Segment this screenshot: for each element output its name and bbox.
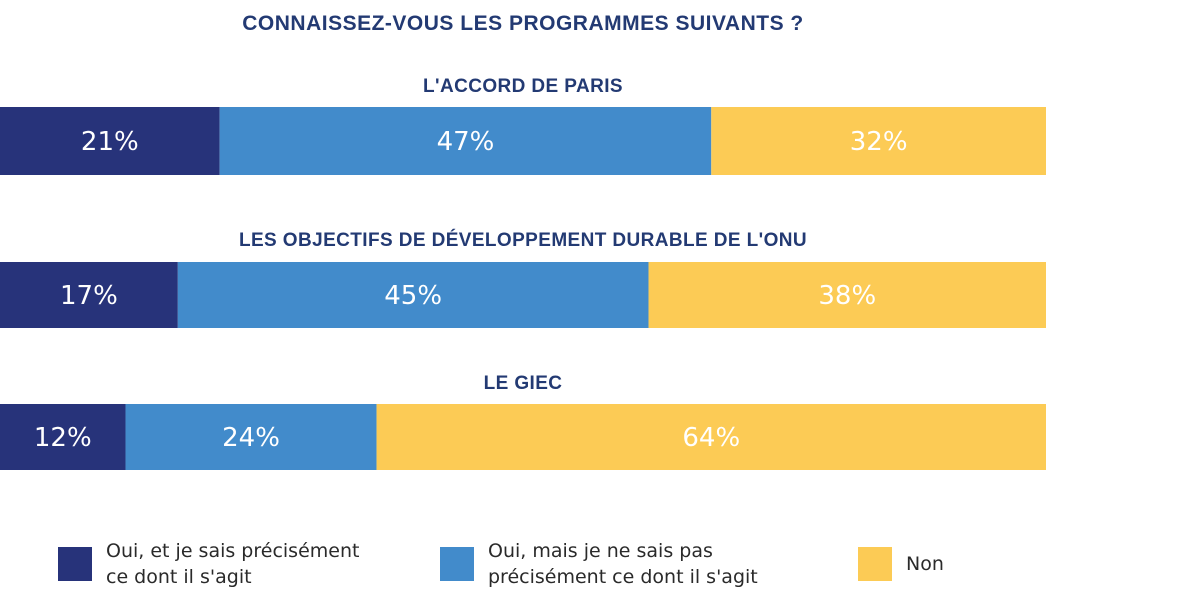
category-label: LES OBJECTIFS DE DÉVELOPPEMENT DURABLE D… [239,229,807,251]
bar-value-label: 24% [222,423,280,453]
legend: Oui, et je sais précisément ce dont il s… [0,538,1183,598]
stacked-bar-chart: L'ACCORD DE PARIS 21% 47% 32% LES OBJECTIFS … [0,76,1046,470]
legend-label: Non [906,553,944,575]
bar-value-label: 17% [60,281,118,311]
bar-value-label: 45% [384,281,442,311]
legend-label: Oui, mais je ne sais pas précisément ce … [488,540,758,588]
category-label: LE GIEC [484,373,563,394]
category-label: L'ACCORD DE PARIS [423,76,623,97]
bar-value-label: 12% [34,423,92,453]
bar-value-label: 38% [818,281,876,311]
legend-item-oui-precisement: Oui, et je sais précisément ce dont il s… [58,538,359,590]
legend-item-non: Non [858,547,944,581]
legend-label: Oui, et je sais précisément ce dont il s… [106,540,360,588]
legend-swatch-dark-blue [58,547,92,581]
bar-value-label: 47% [437,127,495,157]
bar-value-label: 21% [81,127,139,157]
legend-item-oui-pas-precisement: Oui, mais je ne sais pas précisément ce … [440,538,758,590]
bar-value-label: 32% [850,127,908,157]
legend-swatch-yellow [858,547,892,581]
legend-swatch-light-blue [440,547,474,581]
bar-value-label: 64% [682,423,740,453]
